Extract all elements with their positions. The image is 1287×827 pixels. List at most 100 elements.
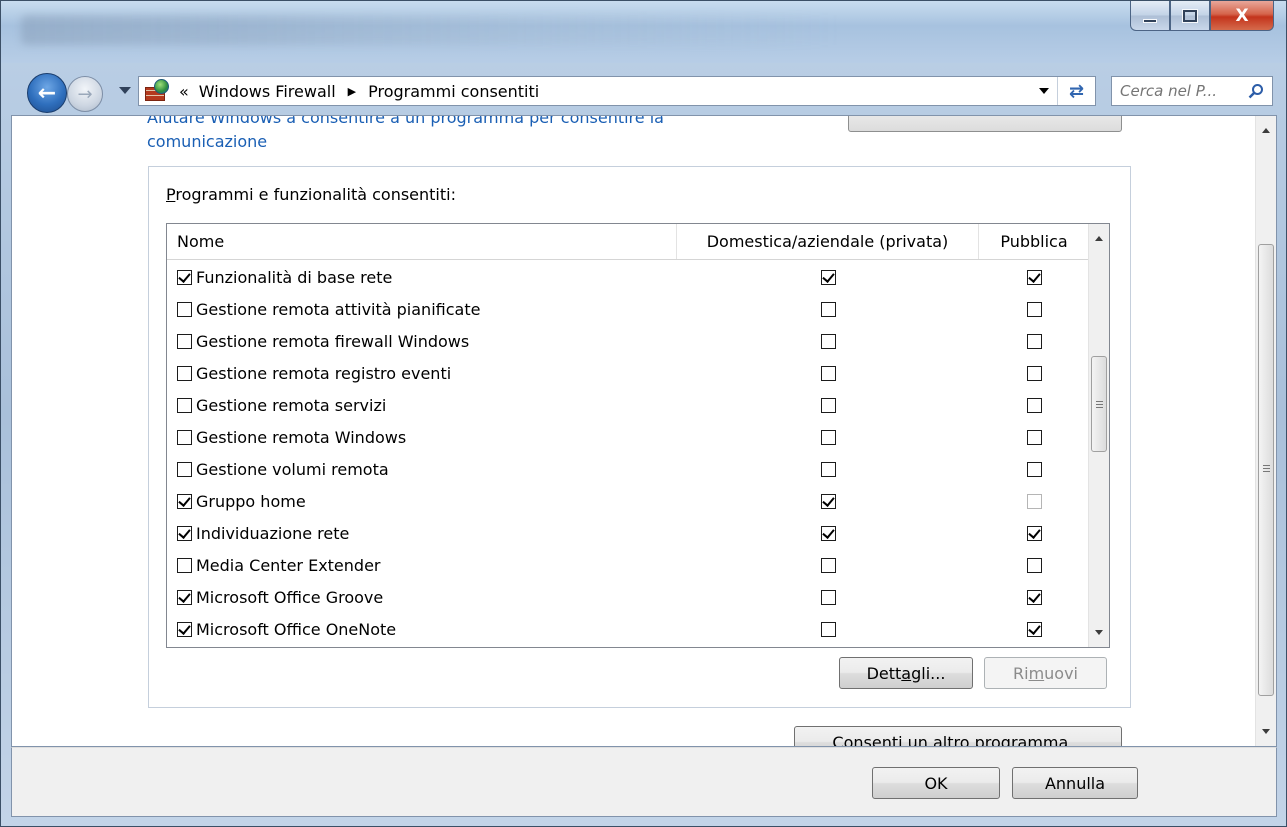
program-enabled-checkbox[interactable] (177, 397, 192, 413)
private-network-checkbox[interactable] (820, 397, 836, 413)
column-header-name[interactable]: Nome (167, 224, 677, 259)
scroll-down-icon[interactable] (1095, 630, 1103, 635)
program-row[interactable]: Gestione remota attività pianificate (167, 293, 1089, 325)
program-enabled-checkbox[interactable] (177, 429, 192, 445)
program-enabled-checkbox[interactable] (177, 333, 192, 349)
program-row[interactable]: Gestione remota servizi (167, 389, 1089, 421)
private-network-checkbox[interactable] (820, 589, 836, 605)
content-scroll-thumb[interactable] (1258, 244, 1274, 696)
program-name-cell: Gestione remota servizi (167, 396, 677, 415)
allowed-programs-list[interactable]: Nome Domestica/aziendale (privata) Pubbl… (166, 223, 1110, 648)
allow-program-link[interactable]: comunicazione (147, 132, 267, 151)
private-network-checkbox[interactable] (820, 429, 836, 445)
program-row[interactable]: Microsoft Office OneNote (167, 613, 1089, 645)
allow-program-link-cut[interactable]: Aiutare Windows a consentire a un progra… (147, 116, 664, 127)
program-enabled-checkbox[interactable] (177, 557, 192, 573)
program-enabled-checkbox[interactable] (177, 493, 192, 509)
refresh-button[interactable]: ⇄ (1057, 77, 1095, 105)
forward-button[interactable]: → (67, 76, 103, 112)
private-network-checkbox[interactable] (820, 301, 836, 317)
program-enabled-checkbox[interactable] (177, 461, 192, 477)
program-name-cell: Microsoft Office OneNote (167, 620, 677, 639)
dialog-footer: OK Annulla (11, 747, 1277, 817)
public-network-checkbox[interactable] (1026, 333, 1042, 349)
public-network-checkbox[interactable] (1026, 589, 1042, 605)
public-network-checkbox[interactable] (1026, 557, 1042, 573)
program-row[interactable]: Gestione remota registro eventi (167, 357, 1089, 389)
details-button[interactable]: Dett a gli... (839, 657, 973, 689)
maximize-icon (1183, 9, 1197, 22)
program-row[interactable]: Media Center Extender (167, 549, 1089, 581)
program-enabled-checkbox[interactable] (177, 589, 192, 605)
search-icon[interactable] (1248, 83, 1264, 99)
cancel-button[interactable]: Annulla (1012, 767, 1138, 799)
private-network-checkbox[interactable] (820, 493, 836, 509)
program-enabled-checkbox[interactable] (177, 269, 192, 285)
private-network-checkbox[interactable] (820, 365, 836, 381)
address-bar[interactable]: « Windows Firewall ▶ Programmi consentit… (138, 76, 1096, 106)
allow-another-program-button[interactable]: Consenti un altro programma... (794, 726, 1122, 746)
program-enabled-checkbox[interactable] (177, 621, 192, 637)
program-enabled-checkbox[interactable] (177, 365, 192, 381)
column-header-private[interactable]: Domestica/aziendale (privata) (677, 224, 979, 259)
public-network-checkbox[interactable] (1026, 429, 1042, 445)
private-network-checkbox[interactable] (820, 269, 836, 285)
private-cell (677, 333, 979, 349)
search-input[interactable] (1120, 82, 1238, 100)
public-network-checkbox[interactable] (1026, 365, 1042, 381)
program-name-cell: Gestione remota Windows (167, 428, 677, 447)
public-network-checkbox[interactable] (1026, 301, 1042, 317)
scroll-up-icon[interactable] (1095, 236, 1103, 241)
public-network-checkbox[interactable] (1026, 525, 1042, 541)
program-name-cell: Microsoft Office Groove (167, 588, 677, 607)
address-dropdown-icon[interactable] (1039, 88, 1049, 94)
private-network-checkbox[interactable] (820, 333, 836, 349)
program-name: Gestione remota registro eventi (196, 363, 452, 383)
breadcrumb-programmi-consentiti[interactable]: Programmi consentiti (368, 82, 539, 101)
breadcrumb-overflow-chevron[interactable]: « (179, 82, 189, 101)
close-button[interactable]: X (1210, 1, 1274, 31)
list-scroll-thumb[interactable] (1091, 356, 1107, 452)
public-network-checkbox[interactable] (1026, 269, 1042, 285)
program-enabled-checkbox[interactable] (177, 525, 192, 541)
private-network-checkbox[interactable] (820, 621, 836, 637)
back-arrow-icon: ← (37, 80, 57, 106)
breadcrumb-separator-icon[interactable]: ▶ (348, 85, 356, 98)
private-network-checkbox[interactable] (820, 525, 836, 541)
column-header-public[interactable]: Pubblica (979, 224, 1089, 259)
title-bar[interactable]: X (1, 1, 1286, 63)
public-network-checkbox[interactable] (1026, 461, 1042, 477)
public-cell (979, 397, 1089, 413)
program-row[interactable]: Gestione remota Windows (167, 421, 1089, 453)
program-rows: Funzionalità di base rete Gestione remota… (167, 261, 1089, 645)
remove-button[interactable]: Ri m uovi (984, 657, 1107, 689)
breadcrumb-windows-firewall[interactable]: Windows Firewall (199, 82, 336, 101)
program-row[interactable]: Gestione remota firewall Windows (167, 325, 1089, 357)
program-enabled-checkbox[interactable] (177, 301, 192, 317)
public-network-checkbox[interactable] (1026, 397, 1042, 413)
private-network-checkbox[interactable] (820, 461, 836, 477)
list-scrollbar[interactable] (1088, 224, 1109, 647)
program-row[interactable]: Microsoft Office Groove (167, 581, 1089, 613)
public-network-checkbox[interactable] (1026, 621, 1042, 637)
minimize-button[interactable] (1130, 1, 1170, 31)
program-row[interactable]: Gruppo home (167, 485, 1089, 517)
program-row[interactable]: Funzionalità di base rete (167, 261, 1089, 293)
maximize-button[interactable] (1170, 1, 1210, 31)
private-cell (677, 429, 979, 445)
recent-pages-dropdown-icon[interactable] (119, 87, 131, 94)
ok-button[interactable]: OK (872, 767, 1000, 799)
program-name-cell: Gruppo home (167, 492, 677, 511)
minimize-icon (1143, 18, 1157, 23)
content-scrollbar[interactable] (1255, 116, 1276, 746)
private-network-checkbox[interactable] (820, 557, 836, 573)
back-button[interactable]: ← (27, 73, 67, 113)
program-name: Individuazione rete (196, 523, 350, 543)
change-settings-button[interactable] (848, 116, 1122, 132)
grip-icon (1096, 401, 1103, 408)
content-scroll-up-icon[interactable] (1262, 128, 1270, 133)
content-scroll-down-icon[interactable] (1262, 729, 1270, 734)
program-row[interactable]: Gestione volumi remota (167, 453, 1089, 485)
program-row[interactable]: Individuazione rete (167, 517, 1089, 549)
public-network-checkbox[interactable] (1026, 493, 1042, 509)
